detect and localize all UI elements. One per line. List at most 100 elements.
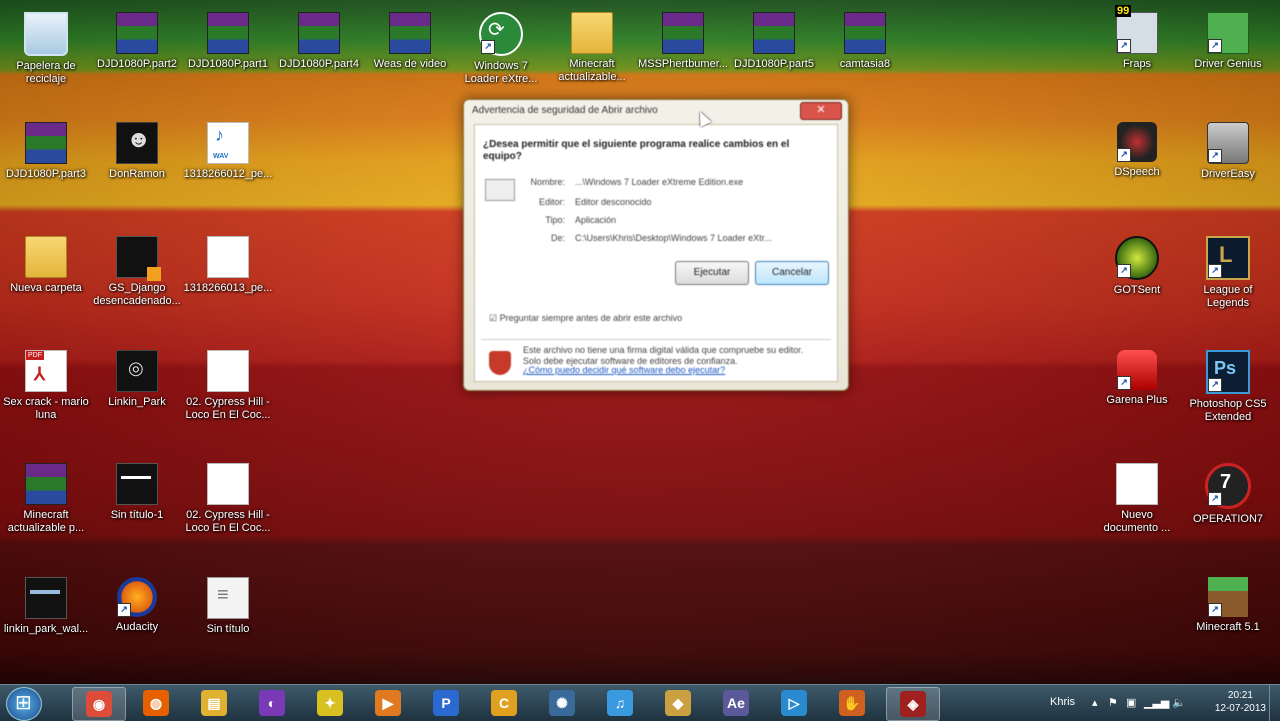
desktop-icon-label: Nueva carpeta: [10, 282, 82, 294]
desktop-icon[interactable]: 99 ↗ Fraps: [1091, 5, 1183, 71]
winrar-archive-icon: [25, 463, 67, 505]
winrar-archive-icon: [844, 12, 886, 54]
desktop-icon[interactable]: Papelera de reciclaje: [0, 12, 92, 86]
desktop-icon[interactable]: DonRamon: [91, 122, 183, 181]
run-button[interactable]: Ejecutar: [675, 261, 749, 285]
desktop-icon[interactable]: Sin título: [182, 577, 274, 636]
taskbar-app-app-yellow[interactable]: ✦: [304, 687, 356, 719]
shortcut-arrow-icon: ↗: [1117, 264, 1131, 278]
desktop-icon[interactable]: PDF ⅄ Sex crack - mario luna: [0, 350, 92, 422]
desktop-icon[interactable]: 02. Cypress Hill - Loco En El Coc...: [182, 463, 274, 535]
taskbar-app-itunes[interactable]: ♫: [594, 687, 646, 719]
fraps-icon: 99 ↗: [1115, 5, 1158, 54]
desktop-icon[interactable]: ↗ Minecraft 5.1: [1182, 577, 1274, 634]
taskbar-app-camtasia[interactable]: C: [478, 687, 530, 719]
desktop-icon[interactable]: ↗ DriverEasy: [1182, 122, 1274, 181]
image-thumbnail-icon: [116, 463, 158, 505]
desktop-icon[interactable]: ↗ Garena Plus: [1091, 350, 1183, 407]
desktop-icon[interactable]: ↗ Photoshop CS5 Extended: [1182, 350, 1274, 424]
desktop-icon[interactable]: 1318266013_pe...: [182, 236, 274, 295]
clock-date: 12-07-2013: [1214, 703, 1266, 714]
taskbar-app-firefox[interactable]: ◍: [130, 687, 182, 719]
desktop-icon[interactable]: DJD1080P.part2: [91, 12, 183, 71]
field-name: Nombre: ...\Windows 7 Loader eXtreme Edit…: [530, 177, 744, 187]
signal-icon[interactable]: ▁▃▅: [1144, 696, 1169, 709]
desktop-icon[interactable]: camtasia8: [819, 12, 911, 71]
desktop-icon[interactable]: ↗ OPERATION7: [1182, 463, 1274, 526]
taskbar-app-app-purple[interactable]: ◐: [246, 687, 298, 719]
desktop-icon-label: Windows 7 Loader eXtre...: [464, 60, 538, 85]
desktop-icon[interactable]: WAV 1318266012_pe...: [182, 122, 274, 181]
taskbar-app-app-p[interactable]: P: [420, 687, 472, 719]
desktop-icon[interactable]: DJD1080P.part1: [182, 12, 274, 71]
help-link[interactable]: ¿Cómo puedo decidir qué software debo ej…: [523, 365, 725, 375]
desktop-icon[interactable]: Weas de video: [364, 12, 456, 71]
desktop-icon[interactable]: DJD1080P.part4: [273, 12, 365, 71]
desktop-icon[interactable]: Nuevo documento ...: [1091, 463, 1183, 535]
file-icon: [207, 236, 249, 278]
taskbar-app-atom[interactable]: ✺: [536, 687, 588, 719]
desktop-icon-label: Photoshop CS5 Extended: [1189, 398, 1267, 423]
driver-genius-icon: ↗: [1207, 12, 1249, 54]
desktop-icon[interactable]: Linkin_Park: [91, 350, 183, 409]
desktop-icon[interactable]: ↗ Driver Genius: [1182, 12, 1274, 71]
program-icon: [485, 179, 515, 201]
desktop-icon[interactable]: Nueva carpeta: [0, 236, 92, 295]
user-name[interactable]: Khris: [1050, 696, 1075, 708]
taskbar-app-app-active[interactable]: ◈: [886, 687, 940, 721]
desktop-icon[interactable]: 02. Cypress Hill - Loco En El Coc...: [182, 350, 274, 422]
taskbar-app-app-glove[interactable]: ✋: [826, 687, 878, 719]
app-diamond-icon: ◆: [665, 690, 691, 716]
start-button[interactable]: [6, 687, 42, 721]
desktop-icon-label: linkin_park_wal...: [3, 623, 89, 635]
volume-icon[interactable]: 🔈: [1172, 696, 1186, 709]
drivereasy-icon: ↗: [1207, 122, 1249, 164]
flag-icon[interactable]: ⚑: [1108, 696, 1118, 709]
desktop-icon[interactable]: ↗ Windows 7 Loader eXtre...: [455, 12, 547, 86]
desktop-icon-label: MSSPhertbumer...: [638, 58, 728, 70]
explorer-icon: ▤: [201, 690, 227, 716]
desktop-icon[interactable]: ↗ League of Legends: [1182, 236, 1274, 310]
recycle-bin-icon: [24, 12, 68, 56]
taskbar-app-app-diamond[interactable]: ◆: [652, 687, 704, 719]
desktop-icon-label: DriverEasy: [1201, 168, 1255, 180]
folder-icon: [25, 236, 67, 278]
desktop-icon[interactable]: GS_Django desencadenado...: [91, 236, 183, 308]
desktop-icon[interactable]: Minecraft actualizable...: [546, 12, 638, 84]
desktop-icon-label: Minecraft actualizable...: [558, 58, 626, 83]
tray-expand-icon[interactable]: ▴: [1092, 696, 1098, 709]
audacity-icon: ↗: [117, 577, 157, 617]
desktop-icon[interactable]: ↗ GOTSent: [1091, 236, 1183, 297]
photoshop-icon: ↗: [1206, 350, 1250, 394]
cancel-button[interactable]: Cancelar: [755, 261, 829, 285]
desktop-icon[interactable]: MSSPhertbumer...: [637, 12, 729, 71]
desktop-icon[interactable]: DJD1080P.part3: [0, 122, 92, 181]
shortcut-arrow-icon: ↗: [1117, 376, 1131, 390]
desktop-icon[interactable]: ↗ Audacity: [91, 577, 183, 634]
desktop-icon[interactable]: DJD1080P.part5: [728, 12, 820, 71]
winrar-archive-icon: [389, 12, 431, 54]
desktop-icon[interactable]: linkin_park_wal...: [0, 577, 92, 636]
clock[interactable]: 20:21 12-07-2013: [1215, 689, 1266, 715]
always-ask-checkbox[interactable]: ☑ Preguntar siempre antes de abrir este …: [489, 313, 682, 324]
clock-time: 20:21: [1227, 690, 1253, 701]
desktop-icon-label: Nuevo documento ...: [1103, 509, 1171, 534]
desktop-icon-label: League of Legends: [1203, 284, 1253, 309]
desktop-icon-label: OPERATION7: [1192, 513, 1264, 525]
taskbar-app-after-effects[interactable]: Ae: [710, 687, 762, 719]
shortcut-arrow-icon: ↗: [1117, 148, 1131, 162]
taskbar-app-media[interactable]: ▶: [362, 687, 414, 719]
desktop-icon[interactable]: ↗ DSpeech: [1091, 122, 1183, 179]
desktop-icon[interactable]: Sin título-1: [91, 463, 183, 522]
taskbar-app-app-play[interactable]: ▷: [768, 687, 820, 719]
show-desktop-button[interactable]: [1269, 685, 1280, 721]
desktop-icon-label: DonRamon: [109, 168, 165, 180]
dialog-close-button[interactable]: ✕: [800, 102, 842, 120]
taskbar-app-chrome[interactable]: ◉: [72, 687, 126, 721]
desktop-icon-label: Papelera de reciclaje: [16, 60, 76, 85]
desktop-icon-label: DJD1080P.part2: [97, 58, 177, 70]
device-icon[interactable]: ▣: [1126, 696, 1136, 709]
taskbar-app-explorer[interactable]: ▤: [188, 687, 240, 719]
desktop-icon-label: Sin título-1: [110, 509, 164, 521]
desktop-icon[interactable]: Minecraft actualizable p...: [0, 463, 92, 535]
